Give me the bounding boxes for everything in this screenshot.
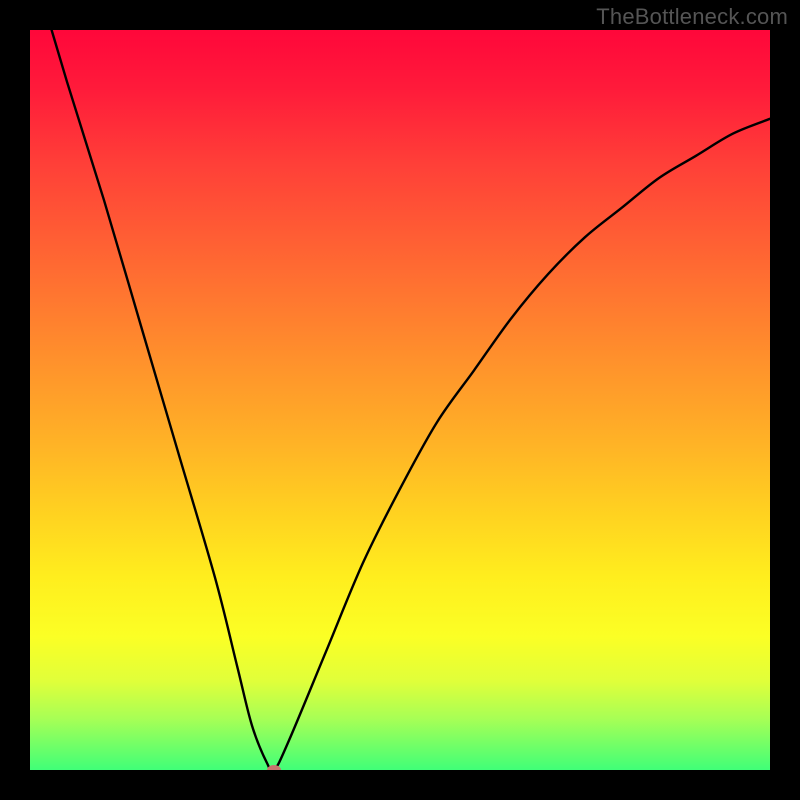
plot-area (30, 30, 770, 770)
minimum-marker (267, 765, 281, 770)
chart-frame: TheBottleneck.com (0, 0, 800, 800)
bottleneck-curve (30, 30, 770, 770)
watermark-label: TheBottleneck.com (596, 4, 788, 30)
